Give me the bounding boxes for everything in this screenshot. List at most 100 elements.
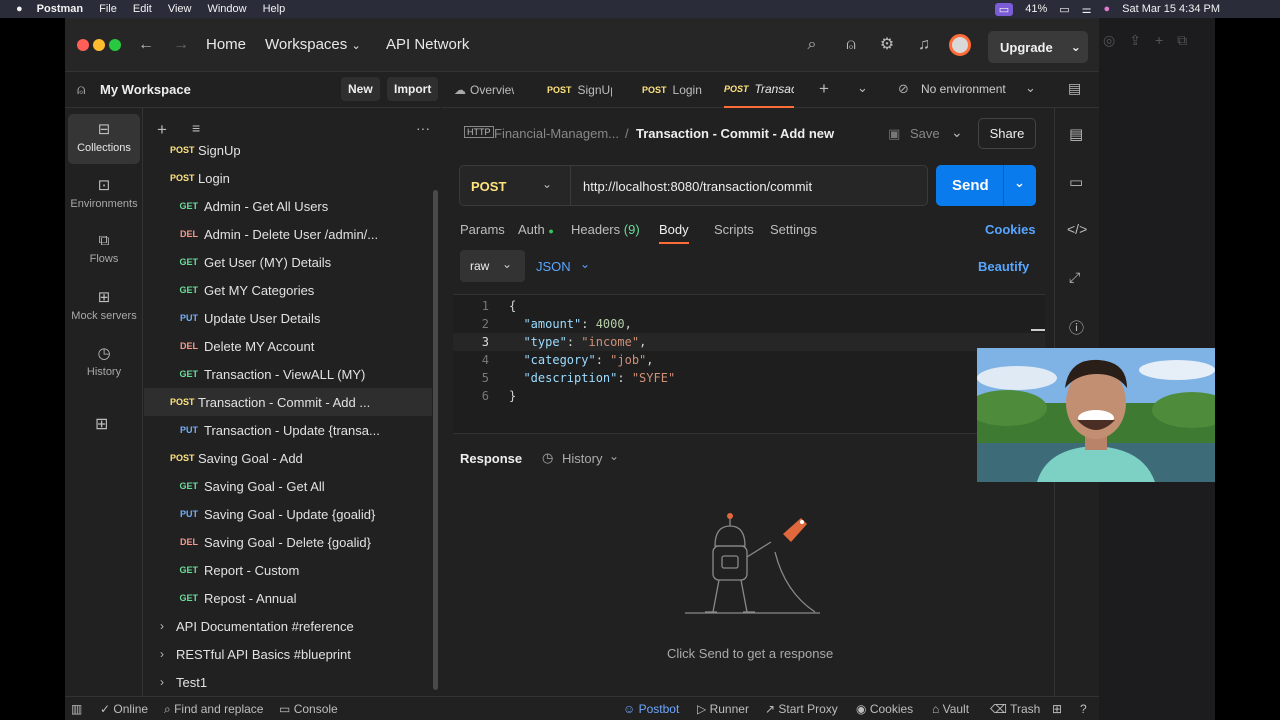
console-button[interactable]: ▭ Console <box>279 702 338 716</box>
body-format-select[interactable]: JSON <box>536 259 571 274</box>
search-icon[interactable]: ⌕ <box>802 35 822 55</box>
send-chevron-icon[interactable]: ⌄ <box>1014 175 1025 191</box>
tab-transaction-active[interactable]: POST Transac <box>724 72 794 108</box>
history-chevron-icon[interactable]: ⌄ <box>609 449 619 463</box>
response-history-button[interactable]: History <box>562 451 602 466</box>
menu-file[interactable]: File <box>99 3 117 15</box>
tab-login[interactable]: POST Login <box>642 72 712 108</box>
method-select[interactable]: POST <box>471 179 506 194</box>
chevron-right-icon[interactable]: › <box>160 647 164 661</box>
request-item[interactable]: DEL Admin - Delete User /admin/... <box>144 220 432 248</box>
workspaces-menu[interactable]: Workspaces ⌄ <box>265 36 361 53</box>
screen-share-icon[interactable]: ▭ <box>994 2 1014 16</box>
workspace-name[interactable]: My Workspace <box>100 82 191 97</box>
request-item[interactable]: PUT Transaction - Update {transa... <box>144 416 432 444</box>
layout-icon[interactable]: ⊞ <box>1052 702 1062 716</box>
menu-clock[interactable]: Sat Mar 15 4:34 PM <box>1122 3 1220 15</box>
request-item[interactable]: POST Transaction - Commit - Add ... <box>144 388 432 416</box>
body-code-editor[interactable]: 1{2 "amount": 4000, 3 "type": "income", 4 … <box>453 294 1045 434</box>
code-line[interactable]: 2 "amount": 4000, <box>453 315 1045 333</box>
code-line[interactable]: 6} <box>453 387 1045 405</box>
comments-icon[interactable]: ▭ <box>1069 173 1083 191</box>
tab-params[interactable]: Params <box>460 222 505 237</box>
settings-gear-icon[interactable]: ⚙ <box>877 35 897 55</box>
body-mode-select[interactable]: raw ⌄ <box>460 250 525 282</box>
related-collections-icon[interactable]: ⤢ <box>1069 269 1080 286</box>
upgrade-button[interactable]: Upgrade ⌄ <box>988 31 1088 63</box>
menu-window[interactable]: Window <box>207 3 246 15</box>
cookies-link[interactable]: Cookies <box>985 222 1036 237</box>
code-line[interactable]: 5 "description": "SYFE" <box>453 369 1045 387</box>
code-line[interactable]: 3 "type": "income", <box>453 333 1045 351</box>
notifications-bell-icon[interactable]: ♫ <box>914 35 934 55</box>
avatar[interactable] <box>949 34 971 56</box>
chevron-right-icon[interactable]: › <box>160 619 164 633</box>
close-window-button[interactable] <box>77 39 89 51</box>
request-title[interactable]: Transaction - Commit - Add new <box>636 126 834 141</box>
apple-icon[interactable]: ● <box>16 3 23 15</box>
online-status[interactable]: ✓ Online <box>100 702 148 716</box>
sidebar-item-collections[interactable]: ⊟ Collections <box>68 114 140 164</box>
request-item[interactable]: POST SignUp <box>144 136 432 164</box>
configure-sidebar-icon[interactable]: ⊞ <box>95 414 108 434</box>
new-tab-plus-icon[interactable]: + <box>819 79 829 99</box>
collection-item[interactable]: › API Documentation #reference <box>144 612 432 640</box>
new-button[interactable]: New <box>341 77 380 101</box>
request-item[interactable]: GET Get MY Categories <box>144 276 432 304</box>
request-item[interactable]: GET Saving Goal - Get All <box>144 472 432 500</box>
tab-auth[interactable]: Auth ● <box>518 222 554 237</box>
send-button[interactable]: Send ⌄ <box>936 165 1036 206</box>
menu-app-name[interactable]: Postman <box>37 3 83 15</box>
battery-icon[interactable]: ▭ <box>1059 3 1069 16</box>
postbot-button[interactable]: ☺ Postbot <box>623 702 679 716</box>
request-item[interactable]: DEL Saving Goal - Delete {goalid} <box>144 528 432 556</box>
zoom-window-button[interactable] <box>109 39 121 51</box>
chevron-down-icon[interactable]: ⌄ <box>1071 40 1081 54</box>
sidebar-item-history[interactable]: ◷ History <box>68 338 140 388</box>
request-item[interactable]: POST Saving Goal - Add <box>144 444 432 472</box>
minimize-window-button[interactable] <box>93 39 105 51</box>
environment-selector[interactable]: No environment <box>921 82 1006 96</box>
menu-help[interactable]: Help <box>263 3 286 15</box>
tab-overview[interactable]: ☁ Overview <box>454 72 534 108</box>
cookies-button[interactable]: ◉ Cookies <box>856 702 913 716</box>
code-line[interactable]: 4 "category": "job", <box>453 351 1045 369</box>
home-link[interactable]: Home <box>206 36 246 53</box>
tab-body[interactable]: Body <box>659 222 689 244</box>
tab-headers[interactable]: Headers (9) <box>571 222 640 237</box>
method-chevron-icon[interactable]: ⌄ <box>542 177 552 191</box>
beautify-link[interactable]: Beautify <box>978 259 1029 274</box>
import-button[interactable]: Import <box>387 77 439 101</box>
chevron-right-icon[interactable]: › <box>160 675 164 689</box>
back-arrow-icon[interactable]: ← <box>136 35 156 55</box>
sidebar-item-mock-servers[interactable]: ⊞ Mock servers <box>68 282 140 332</box>
environment-quick-look-icon[interactable]: ▤ <box>1068 80 1081 97</box>
code-icon[interactable]: </> <box>1067 221 1087 237</box>
request-item[interactable]: GET Admin - Get All Users <box>144 192 432 220</box>
sidebar-item-environments[interactable]: ⊡ Environments <box>68 170 140 220</box>
info-icon[interactable]: ⓘ <box>1069 317 1084 338</box>
tab-scripts[interactable]: Scripts <box>714 222 754 237</box>
url-input[interactable]: http://localhost:8080/transaction/commit <box>583 179 812 194</box>
save-chevron-icon[interactable]: ⌄ <box>951 124 963 141</box>
share-button[interactable]: Share <box>978 118 1036 149</box>
tab-settings[interactable]: Settings <box>770 222 817 237</box>
sidebar-item-flows[interactable]: ⧉ Flows <box>68 226 140 276</box>
start-proxy-button[interactable]: ↗ Start Proxy <box>765 702 838 716</box>
request-item[interactable]: DEL Delete MY Account <box>144 332 432 360</box>
code-line[interactable]: 1{ <box>453 297 1045 315</box>
help-icon[interactable]: ? <box>1080 702 1087 716</box>
environment-chevron-icon[interactable]: ⌄ <box>1025 80 1036 96</box>
toggle-sidebar-icon[interactable]: ▥ <box>71 702 82 716</box>
sidebar-scrollbar[interactable] <box>433 190 438 690</box>
save-button[interactable]: Save <box>910 126 940 141</box>
collection-item[interactable]: › RESTful API Basics #blueprint <box>144 640 432 668</box>
forward-arrow-icon[interactable]: → <box>171 35 191 55</box>
trash-button[interactable]: ⌫ Trash <box>990 702 1040 716</box>
request-item[interactable]: PUT Update User Details <box>144 304 432 332</box>
request-item[interactable]: GET Transaction - ViewALL (MY) <box>144 360 432 388</box>
vault-button[interactable]: ⌂ Vault <box>932 702 969 716</box>
invite-user-icon[interactable]: ⍝ <box>841 35 861 55</box>
siri-icon[interactable]: ● <box>1104 3 1111 15</box>
tab-signup[interactable]: POST SignUp <box>547 72 619 108</box>
